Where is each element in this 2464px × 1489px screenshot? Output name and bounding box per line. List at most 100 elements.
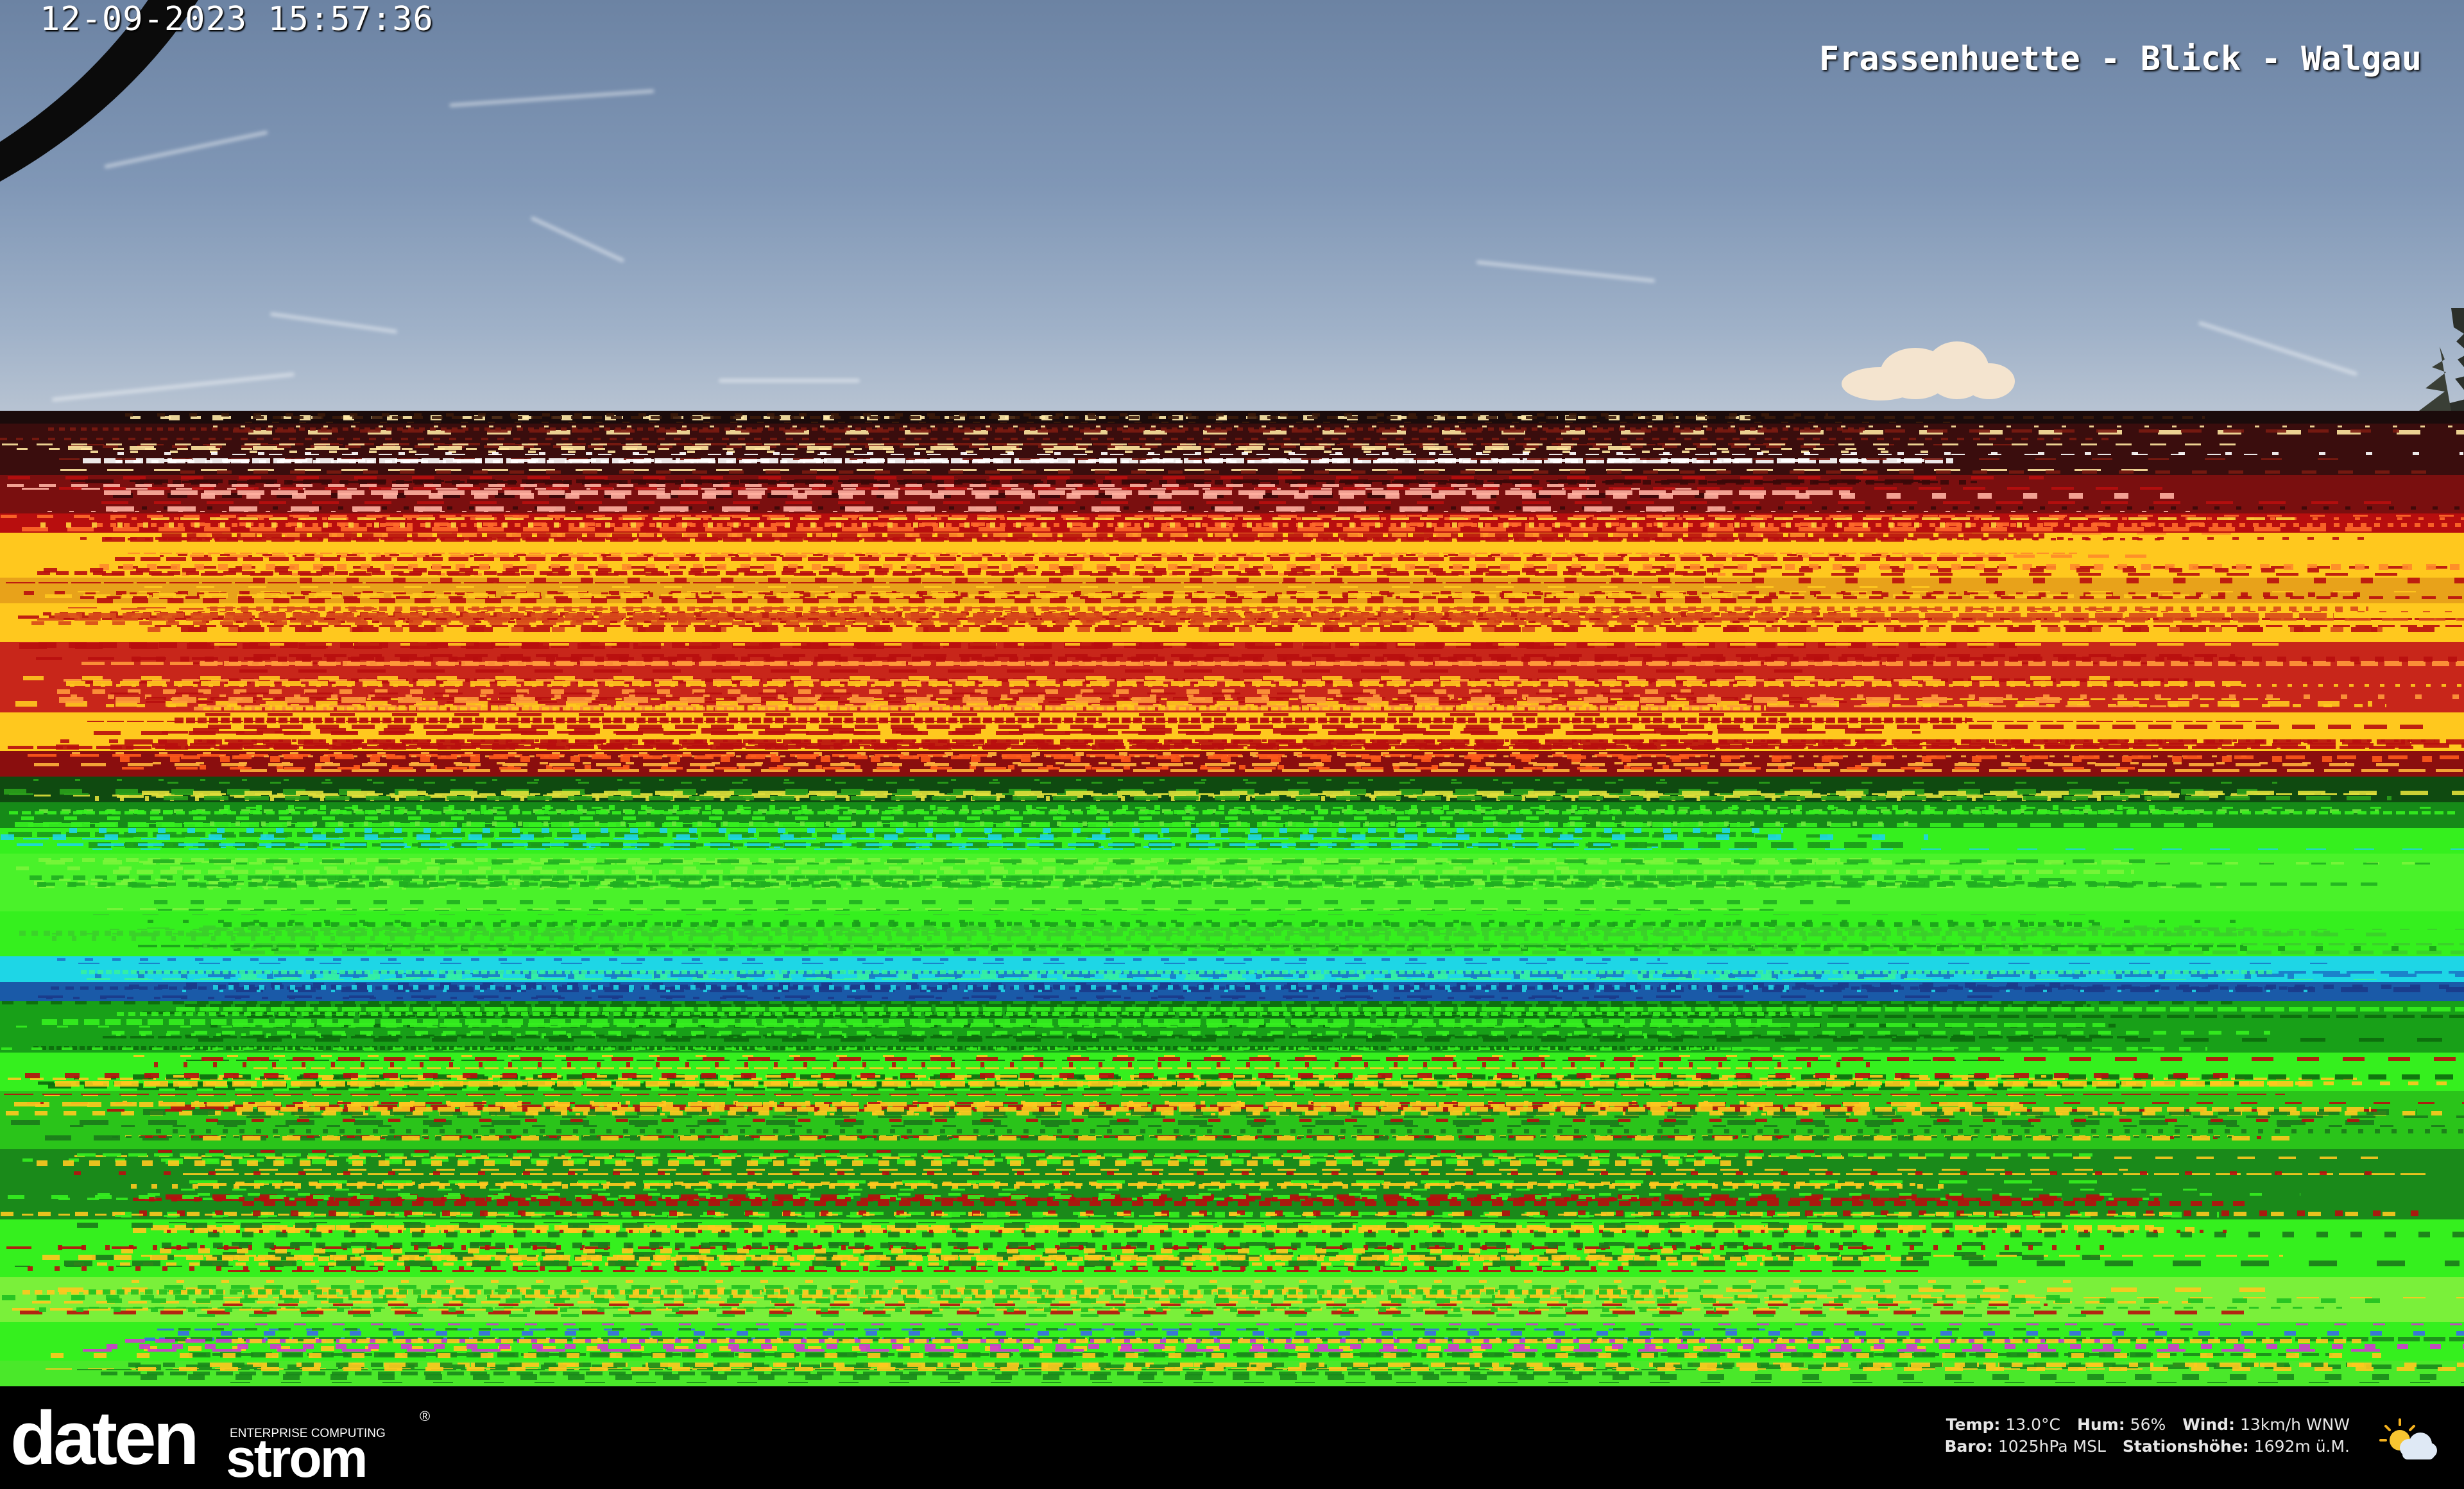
noise-streak [164, 796, 2391, 800]
noise-streak [121, 1248, 1733, 1253]
noise-streak [210, 607, 2368, 611]
noise-streak [196, 533, 1813, 537]
noise-streak [153, 593, 1733, 598]
noise-streak [253, 416, 2205, 419]
noise-streak [233, 429, 2399, 433]
noise-streak [51, 1353, 2381, 1358]
noise-streak [33, 779, 1674, 781]
partly-cloudy-icon [2379, 1418, 2437, 1459]
noise-streak [246, 1115, 2464, 1118]
noise-streak [245, 422, 1960, 423]
noise-streak [205, 713, 1809, 716]
hum-value: 56% [2130, 1415, 2166, 1434]
noise-streak [246, 515, 2464, 517]
noise-streak [181, 1189, 2231, 1191]
noise-streak [198, 1183, 1915, 1186]
noise-streak [253, 1067, 1802, 1069]
noise-streak [243, 1201, 2250, 1206]
camera-title: Frassenhuette - Blick - Walgau [1818, 40, 2422, 78]
noise-streak [22, 1214, 2180, 1216]
noise-streak [156, 1129, 2464, 1133]
weather-line-2: Baro: 1025hPa MSL Stationshöhe: 1692m ü.… [1944, 1436, 2350, 1458]
noise-streak [93, 1081, 2464, 1085]
noise-streak [181, 627, 2464, 632]
noise-streak [56, 744, 1731, 750]
noise-streak [206, 1119, 2384, 1122]
noise-streak [182, 990, 2338, 992]
noise-streak [167, 1230, 2241, 1233]
noise-streak [77, 1153, 2092, 1157]
noise-streak [201, 1057, 2464, 1061]
noise-streak [17, 448, 1885, 450]
noise-streak [4, 1094, 2285, 1095]
webcam-image: 12-09-2023 15:57:36 Frassenhuette - Blic… [0, 0, 2464, 1386]
noise-streak [107, 1344, 2464, 1349]
noise-streak [14, 1102, 2014, 1106]
noise-streak [223, 1304, 2048, 1306]
noise-streak [89, 1307, 2342, 1309]
noise-streak [153, 859, 2145, 863]
noise-streak [37, 618, 2464, 621]
baro-label: Baro: [1944, 1437, 1993, 1456]
noise-streak [37, 1160, 1752, 1166]
noise-streak [103, 1036, 2138, 1038]
noise-streak [213, 985, 1792, 990]
noise-streak [92, 848, 2464, 850]
noise-streak [59, 697, 2070, 703]
noise-streak [233, 1023, 2105, 1027]
noise-streak [176, 1007, 2464, 1011]
noise-streak [85, 479, 1935, 483]
noise-streak [59, 879, 1605, 881]
noise-streak [230, 1382, 2464, 1383]
noise-streak [52, 936, 2035, 941]
noise-streak [19, 931, 2334, 936]
noise-streak [124, 739, 2464, 744]
noise-streak [59, 487, 2179, 490]
noise-streak [98, 1193, 2300, 1196]
noise-streak [153, 762, 2347, 764]
noise-streak [253, 578, 2464, 583]
noise-streak [144, 586, 1957, 588]
noise-streak [25, 1073, 2253, 1078]
noise-streak [138, 945, 2243, 947]
noise-streak [2, 443, 2241, 445]
noise-streak [160, 555, 1929, 557]
noise-streak [57, 958, 1660, 961]
cloud-wisp [449, 89, 654, 108]
temp-value: 13.0°C [2005, 1415, 2060, 1434]
noise-streak [110, 929, 2464, 930]
noise-streak [102, 573, 2419, 576]
noise-streak [158, 1150, 1814, 1153]
noise-streak [37, 882, 2165, 887]
noise-streak [107, 1298, 2395, 1303]
noise-streak [31, 621, 1680, 625]
wind-label: Wind: [2182, 1415, 2236, 1434]
noise-streak [87, 978, 1918, 980]
footer-bar: daten ENTERPRISE COMPUTING strom ® Temp:… [0, 1386, 2464, 1489]
noise-streak [178, 1328, 2204, 1330]
noise-streak [70, 1125, 2464, 1127]
noise-streak [81, 662, 1889, 665]
noise-streak [55, 613, 2334, 618]
noise-streak [215, 1169, 2128, 1171]
noise-streak [128, 1363, 2347, 1367]
noise-streak [36, 657, 2271, 660]
noise-streak [209, 888, 1801, 890]
noise-streak [76, 810, 2207, 814]
noise-streak [232, 1339, 2361, 1343]
noise-streak [110, 693, 1713, 694]
baro-value: 1025hPa MSL [1998, 1437, 2106, 1456]
datenstrom-logo: daten ENTERPRISE COMPUTING strom ® [10, 1398, 434, 1485]
temp-label: Temp: [1946, 1415, 2001, 1434]
wind-value: 13km/h WNW [2240, 1415, 2350, 1434]
noise-streak [77, 1223, 2085, 1228]
weather-readout: Temp: 13.0°C Hum: 56% Wind: 13km/h WNW B… [1944, 1414, 2350, 1458]
logo-registered-mark: ® [420, 1408, 431, 1424]
noise-streak [64, 1261, 2460, 1266]
noise-streak [107, 908, 1761, 910]
tree-silhouette [2419, 308, 2464, 417]
cloud-wisp [1476, 260, 1656, 283]
elevation-value: 1692m ü.M. [2254, 1437, 2350, 1456]
timestamp-overlay: 12-09-2023 15:57:36 [40, 0, 434, 39]
noise-streak [120, 756, 2464, 762]
